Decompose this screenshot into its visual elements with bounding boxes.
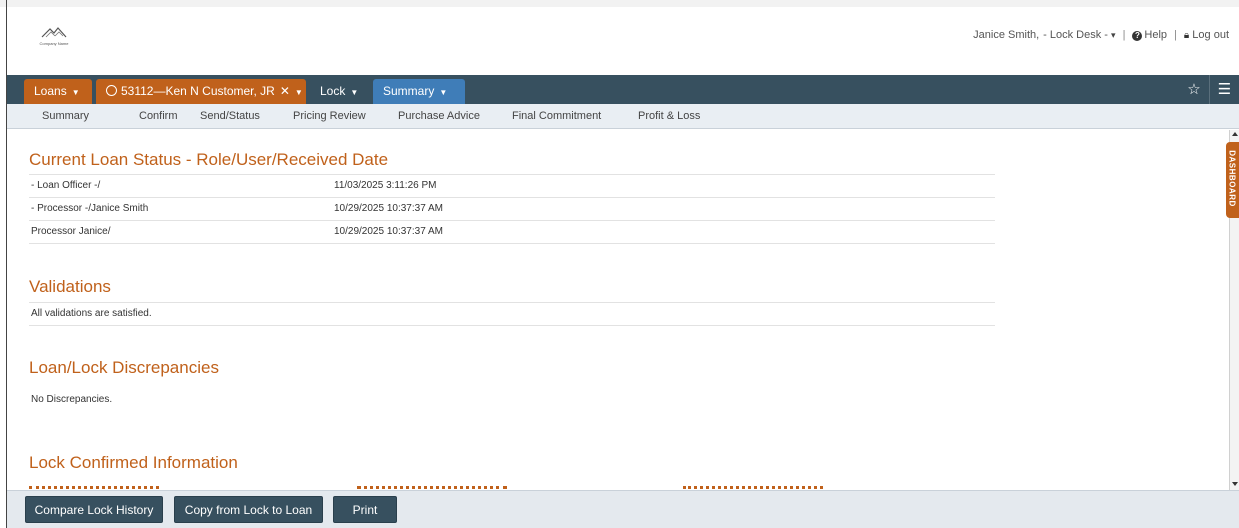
logout-link[interactable]: 🔒︎ Log out xyxy=(1184,29,1229,41)
cutoff-heading xyxy=(683,482,833,490)
validations-message: All validations are satisfied. xyxy=(31,308,152,319)
footer-toolbar: Compare Lock History Copy from Lock to L… xyxy=(7,490,1239,528)
subnav-confirm[interactable]: Confirm xyxy=(139,104,178,129)
user-area: Janice Smith, - Lock Desk - ▾ | ? Help | … xyxy=(973,29,1229,41)
tab-lock[interactable]: Lock ▼ xyxy=(310,79,373,104)
company-logo[interactable]: Company Name xyxy=(29,24,79,50)
logo-roof-icon xyxy=(41,27,67,38)
menu-icon[interactable]: ☰ xyxy=(1209,75,1239,104)
person-icon xyxy=(106,85,117,96)
user-name: Janice Smith, xyxy=(973,29,1040,41)
tab-loans-label: Loans xyxy=(34,84,67,98)
scroll-up-icon[interactable] xyxy=(1232,132,1238,136)
nav-right-icons: ☆ ☰ xyxy=(1179,75,1239,104)
help-icon: ? xyxy=(1132,31,1143,41)
compare-lock-history-button[interactable]: Compare Lock History xyxy=(25,496,163,523)
main-content: Current Loan Status - Role/User/Received… xyxy=(7,130,1229,490)
status-date: 11/03/2025 3:11:26 PM xyxy=(334,180,437,191)
help-label: Help xyxy=(1144,29,1168,41)
divider: | xyxy=(1174,29,1177,41)
cutoff-heading xyxy=(357,482,517,490)
subnav-summary[interactable]: Summary xyxy=(42,104,89,129)
dashboard-tab[interactable]: DASHBOARD xyxy=(1226,142,1239,218)
status-role: - Loan Officer -/ xyxy=(31,180,101,191)
tab-summary-label: Summary xyxy=(383,84,435,98)
caret-down-icon: ▼ xyxy=(71,88,80,97)
app-header: Company Name Janice Smith, - Lock Desk -… xyxy=(7,7,1239,75)
help-link[interactable]: ? Help xyxy=(1132,29,1167,41)
divider: | xyxy=(1122,29,1126,41)
subnav-send-status[interactable]: Send/Status xyxy=(200,104,260,129)
caret-down-icon[interactable]: ▼ xyxy=(295,88,303,97)
table-row: All validations are satisfied. xyxy=(29,303,995,326)
caret-down-icon: ▼ xyxy=(350,88,359,97)
lock-confirmed-title: Lock Confirmed Information xyxy=(29,453,238,472)
table-row: - Processor -/Janice Smith 10/29/2025 10… xyxy=(29,198,995,221)
subnav-pricing-review[interactable]: Pricing Review xyxy=(293,104,366,129)
main-nav: Loans ▼ 53112—Ken N Customer, JR ✕ ▼ Lock ▼ … xyxy=(7,75,1239,104)
role-label: - Lock Desk - xyxy=(1043,29,1108,41)
star-icon[interactable]: ☆ xyxy=(1179,75,1209,104)
tab-summary[interactable]: Summary ▼ xyxy=(373,79,465,104)
print-button[interactable]: Print xyxy=(333,496,397,523)
table-row: - Loan Officer -/ 11/03/2025 3:11:26 PM xyxy=(29,175,995,198)
tab-loans[interactable]: Loans ▼ xyxy=(24,79,92,104)
tab-customer[interactable]: 53112—Ken N Customer, JR ✕ ▼ xyxy=(96,79,306,104)
status-date: 10/29/2025 10:37:37 AM xyxy=(334,226,443,237)
logout-label: Log out xyxy=(1192,29,1229,41)
caret-down-icon: ▾ xyxy=(1111,30,1116,40)
discrepancies-title: Loan/Lock Discrepancies xyxy=(29,358,219,377)
copy-lock-to-loan-button[interactable]: Copy from Lock to Loan xyxy=(174,496,323,523)
cutoff-heading xyxy=(29,482,169,490)
status-section-title: Current Loan Status - Role/User/Received… xyxy=(29,150,389,169)
tab-customer-label: 53112—Ken N Customer, JR xyxy=(121,84,275,98)
discrepancies-message: No Discrepancies. xyxy=(31,394,113,405)
caret-down-icon: ▼ xyxy=(439,88,448,97)
role-dropdown[interactable]: - Lock Desk - ▾ xyxy=(1043,29,1115,41)
sub-nav: Summary Confirm Send/Status Pricing Revi… xyxy=(7,104,1239,129)
subnav-purchase-advice[interactable]: Purchase Advice xyxy=(398,104,480,129)
subnav-profit-loss[interactable]: Profit & Loss xyxy=(638,104,700,129)
status-role: Processor Janice/ xyxy=(31,226,111,237)
tab-lock-label: Lock xyxy=(320,84,346,98)
validations-title: Validations xyxy=(29,277,111,296)
lock-icon: 🔒︎ xyxy=(1183,30,1190,41)
close-icon[interactable]: ✕ xyxy=(280,84,290,98)
scroll-down-icon[interactable] xyxy=(1232,482,1238,486)
status-date: 10/29/2025 10:37:37 AM xyxy=(334,203,443,214)
logo-text: Company Name xyxy=(39,41,69,46)
dashboard-label: DASHBOARD xyxy=(1227,150,1237,207)
top-strip xyxy=(0,0,1239,7)
table-row: Processor Janice/ 10/29/2025 10:37:37 AM xyxy=(29,221,995,244)
app-window: Company Name Janice Smith, - Lock Desk -… xyxy=(0,0,1239,528)
status-role: - Processor -/Janice Smith xyxy=(31,203,149,214)
subnav-final-commitment[interactable]: Final Commitment xyxy=(512,104,601,129)
